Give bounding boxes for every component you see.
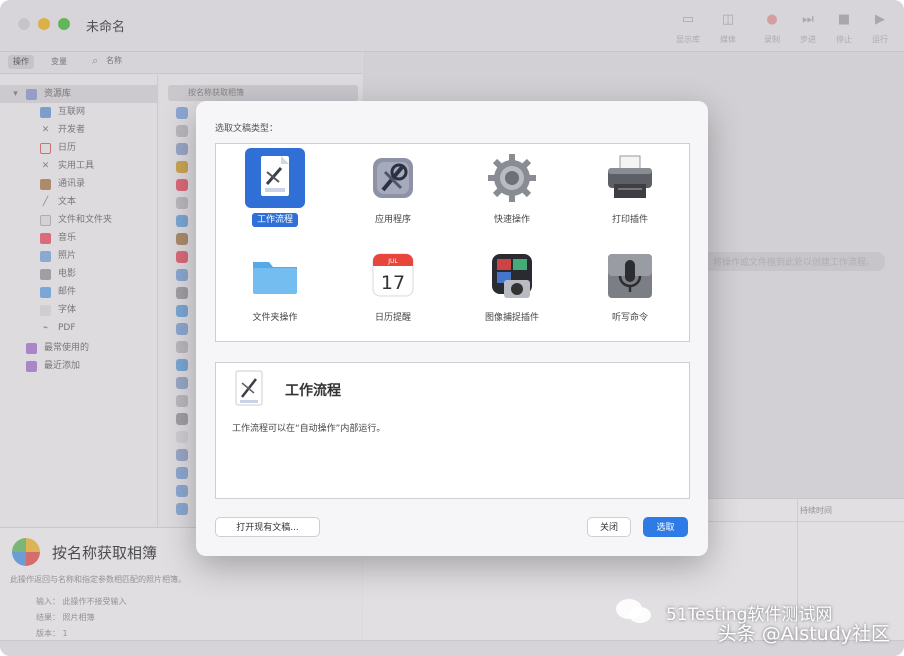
type-label-text: 文件夹操作 xyxy=(252,313,298,323)
info-title: 工作流程 xyxy=(285,383,341,399)
svg-text:17: 17 xyxy=(381,272,405,294)
type-label: 应用程序 xyxy=(334,212,452,225)
type-label-text: 日历提醒 xyxy=(374,313,411,323)
type-label-text: 打印插件 xyxy=(611,215,648,225)
type-dictation-command[interactable]: 听写命令 xyxy=(571,244,689,336)
dialog-prompt: 选取文稿类型： xyxy=(215,124,279,134)
type-label-text: 听写命令 xyxy=(611,313,648,323)
type-label: 打印插件 xyxy=(571,212,689,225)
document-type-grid: 工作流程 应用程序 快速操作 打印插件 文件夹操作 JUL 17 日历提醒 图像… xyxy=(215,143,690,342)
microphone-icon xyxy=(600,246,660,306)
type-folder-action[interactable]: 文件夹操作 xyxy=(216,244,334,336)
workflow-doc-icon xyxy=(232,369,266,409)
calendar-icon: JUL 17 xyxy=(363,246,423,306)
type-quick-action[interactable]: 快速操作 xyxy=(453,146,571,238)
type-label: 图像捕捉插件 xyxy=(453,310,571,323)
close-button[interactable]: 关闭 xyxy=(587,517,631,537)
svg-text:JUL: JUL xyxy=(387,258,398,265)
type-label-text: 工作流程 xyxy=(251,213,298,227)
type-label: 文件夹操作 xyxy=(216,310,334,323)
workflow-doc-icon xyxy=(245,148,305,208)
application-icon xyxy=(363,148,423,208)
type-workflow[interactable]: 工作流程 xyxy=(216,146,334,238)
automator-window: 未命名 ▭ 显示库 ◫ 媒体 ● 录制 ⏭ 步进 ■ 停止 ▶ 运行 操作 变量… xyxy=(0,0,904,656)
type-info-box: 工作流程 工作流程可以在“自动操作”内部运行。 xyxy=(215,362,690,499)
watermark-line2: 头条 @AIstudy社区 xyxy=(717,623,890,645)
type-label-text: 快速操作 xyxy=(493,215,530,225)
info-description: 工作流程可以在“自动操作”内部运行。 xyxy=(232,424,386,434)
choose-button[interactable]: 选取 xyxy=(643,517,688,537)
folder-icon xyxy=(245,246,305,306)
type-calendar-alarm[interactable]: JUL 17 日历提醒 xyxy=(334,244,452,336)
quick-action-gear-icon xyxy=(482,148,542,208)
type-label-text: 应用程序 xyxy=(374,215,411,225)
image-capture-icon xyxy=(482,246,542,306)
type-label: 听写命令 xyxy=(571,310,689,323)
document-type-dialog: 选取文稿类型： 工作流程 应用程序 快速操作 打印插件 文件夹操作 JUL 17… xyxy=(196,101,708,556)
type-label: 工作流程 xyxy=(216,212,334,227)
printer-icon xyxy=(600,148,660,208)
type-image-capture[interactable]: 图像捕捉插件 xyxy=(453,244,571,336)
type-print-plugin[interactable]: 打印插件 xyxy=(571,146,689,238)
type-application[interactable]: 应用程序 xyxy=(334,146,452,238)
open-existing-button[interactable]: 打开现有文稿... xyxy=(215,517,320,537)
wechat-logo-icon xyxy=(612,596,656,626)
type-label-text: 图像捕捉插件 xyxy=(484,313,539,323)
type-label: 日历提醒 xyxy=(334,310,452,323)
type-label: 快速操作 xyxy=(453,212,571,225)
